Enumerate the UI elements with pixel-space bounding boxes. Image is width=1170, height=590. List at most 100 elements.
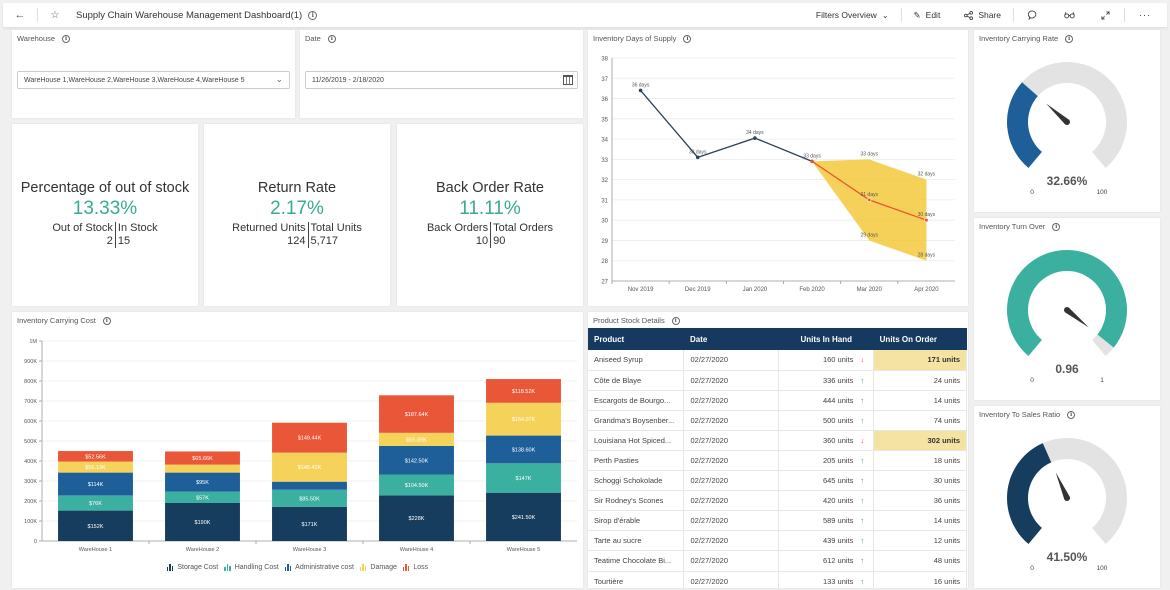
cell-units-on-order: 30 units [873, 470, 967, 492]
data-label: 33 days [803, 153, 821, 159]
bar-data-label: $118.52K [512, 389, 535, 395]
gauge-min-label: 0 [1030, 565, 1034, 572]
share-button[interactable]: Share [952, 10, 1013, 20]
gauge-max-label: 100 [1097, 565, 1108, 572]
toolbar-divider [37, 8, 38, 22]
y-tick-label: 800K [24, 379, 37, 385]
legend-item-admin[interactable]: Administrative cost [284, 564, 354, 571]
y-tick-label: 30 [601, 219, 608, 225]
column-header-product[interactable]: Product [588, 328, 684, 350]
table-row[interactable]: Escargots de Bourgo... 02/27/2020 444 unit… [588, 390, 967, 411]
table-row[interactable]: Sirop d'érable 02/27/2020 589 units ↑ 14 uni… [588, 510, 967, 532]
x-tick-label: WareHouse 1 [79, 547, 112, 553]
cell-units-on-order: 302 units [873, 430, 967, 451]
cell-units-in-hand: 500 units ↑ [778, 410, 875, 431]
gauge-min-label: 0 [1030, 189, 1034, 196]
units-value: 360 units [822, 435, 854, 445]
cell-date: 02/27/2020 [683, 390, 780, 411]
bar-chart-icon [166, 564, 174, 571]
warehouse-dropdown[interactable]: WareHouse 1,WareHouse 2,WareHouse 3,Ware… [17, 71, 290, 89]
bar-data-label: $228K [409, 516, 425, 522]
y-tick-label: 1M [29, 339, 37, 345]
column-header-date[interactable]: Date [683, 328, 779, 350]
legend-item-storage[interactable]: Storage Cost [166, 564, 218, 571]
x-tick-label: Apr 2020 [914, 287, 939, 293]
arrow-up-icon: ↑ [860, 456, 865, 466]
info-icon[interactable]: i [671, 316, 680, 325]
bar-data-label: $152K [88, 524, 104, 530]
forecast-confidence-band [812, 159, 927, 261]
table-row[interactable]: Louisiana Hot Spiced... 02/27/2020 360 uni… [588, 430, 967, 451]
info-icon[interactable]: i [327, 34, 336, 43]
sales-ratio-gauge: 41.50% 0 100 [1007, 438, 1127, 572]
fullscreen-button[interactable] [1087, 10, 1124, 20]
legend-item-loss[interactable]: Loss [402, 564, 429, 571]
table-row[interactable]: Grandma's Boysenber... 02/27/2020 500 unit… [588, 410, 967, 431]
legend-item-handling[interactable]: Handling Cost [224, 564, 279, 571]
gauge-track [1042, 438, 1127, 544]
table-row[interactable]: Schoggi Schokolade 02/27/2020 645 units ↑ 30… [588, 470, 967, 492]
star-icon[interactable]: ☆ [48, 10, 62, 21]
units-value: 439 units [822, 536, 854, 546]
data-label: 28 days [918, 253, 936, 259]
x-tick-label: Dec 2019 [685, 287, 711, 293]
table-row[interactable]: Aniseed Syrup 02/27/2020 160 units ↓ 171 uni… [588, 350, 967, 371]
table-row[interactable]: Tourtière 02/27/2020 133 units ↑ 16 units [588, 571, 967, 588]
table-row[interactable]: Teatime Chocolate Bi... 02/27/2020 612 uni… [588, 550, 967, 572]
units-value: 160 units [822, 355, 854, 365]
date-range-picker[interactable]: 11/26/2019 - 2/18/2020 [305, 71, 578, 89]
bar-data-label: $114K [88, 482, 104, 488]
cell-product: Côte de Blaye [588, 370, 685, 391]
cell-product: Escargots de Bourgo... [588, 390, 685, 411]
table-header-row: Product Date Units In Hand Units On Orde… [588, 328, 967, 350]
back-arrow-icon[interactable]: ← [13, 9, 27, 21]
table-row[interactable]: Perth Pasties 02/27/2020 205 units ↑ 18 unit… [588, 450, 967, 472]
y-tick-label: 27 [601, 280, 608, 286]
arrow-up-icon: ↑ [860, 496, 865, 506]
cell-units-in-hand: 589 units ↑ [778, 510, 875, 532]
dashboard-toolbar: ← ☆ Supply Chain Warehouse Management Da… [3, 3, 1167, 28]
y-tick-label: 29 [601, 239, 608, 245]
cell-date: 02/27/2020 [683, 571, 780, 588]
cell-units-on-order: 171 units [873, 350, 967, 371]
data-label: 29 days [860, 232, 878, 238]
cell-product: Grandma's Boysenber... [588, 410, 685, 431]
arrow-up-icon: ↑ [860, 375, 865, 385]
filters-overview-button[interactable]: Filters Overview ⌄ [804, 10, 901, 20]
kpi-title: Percentage of out of stock [20, 180, 190, 196]
turn-over-panel: Inventory Turn Over i 0.96 0 1 [974, 218, 1160, 400]
calendar-icon[interactable] [563, 75, 573, 85]
comment-button[interactable] [1014, 10, 1052, 20]
more-options-button[interactable]: ··· [1125, 10, 1167, 20]
edit-button[interactable]: ✎ Edit [902, 10, 953, 21]
sales-ratio-panel: Inventory To Sales Ratio i 41.50% 0 100 [974, 406, 1160, 588]
cell-units-on-order: 14 units [873, 510, 967, 532]
date-filter-panel: Date i 11/26/2019 - 2/18/2020 [300, 30, 583, 118]
column-header-units-in-hand[interactable]: Units In Hand [778, 328, 874, 350]
x-tick-label: Jan 2020 [743, 287, 768, 293]
table-row[interactable]: Sir Rodney's Scones 02/27/2020 420 units ↑ 3… [588, 490, 967, 512]
cell-product: Schoggi Schokolade [588, 470, 685, 492]
cell-units-on-order: 48 units [873, 550, 967, 572]
product-stock-table: Product Date Units In Hand Units On Orde… [588, 328, 967, 588]
data-label: 32 days [918, 172, 936, 178]
info-icon[interactable]: i [308, 10, 318, 20]
cell-units-in-hand: 205 units ↑ [778, 450, 875, 472]
warehouse-filter-panel: Warehouse i WareHouse 1,WareHouse 2,WareH… [12, 30, 295, 118]
table-title: Product Stock Details [593, 316, 665, 325]
info-icon[interactable]: i [62, 34, 71, 43]
legend-item-damage[interactable]: Damage [359, 564, 397, 571]
cell-units-on-order: 12 units [873, 530, 967, 552]
kpi-breakdown: Back Orders 10 Total Orders 90 [397, 222, 583, 248]
y-tick-label: 500K [24, 439, 37, 445]
y-tick-label: 200K [24, 499, 37, 505]
kpi-breakdown: Returned Units 124 Total Units 5,717 [204, 222, 390, 248]
table-row[interactable]: Côte de Blaye 02/27/2020 336 units ↑ 24 unit… [588, 370, 967, 391]
gauge-value-arc [1007, 443, 1052, 544]
view-mode-button[interactable] [1052, 11, 1087, 19]
table-row[interactable]: Tarte au sucre 02/27/2020 439 units ↑ 12 uni… [588, 530, 967, 552]
y-tick-label: 34 [601, 138, 608, 144]
legend-label: Loss [413, 564, 429, 571]
kpi-card-return-rate: Return Rate 2.17% Returned Units 124 Tota… [204, 124, 390, 306]
column-header-units-on-order[interactable]: Units On Order [873, 328, 967, 350]
